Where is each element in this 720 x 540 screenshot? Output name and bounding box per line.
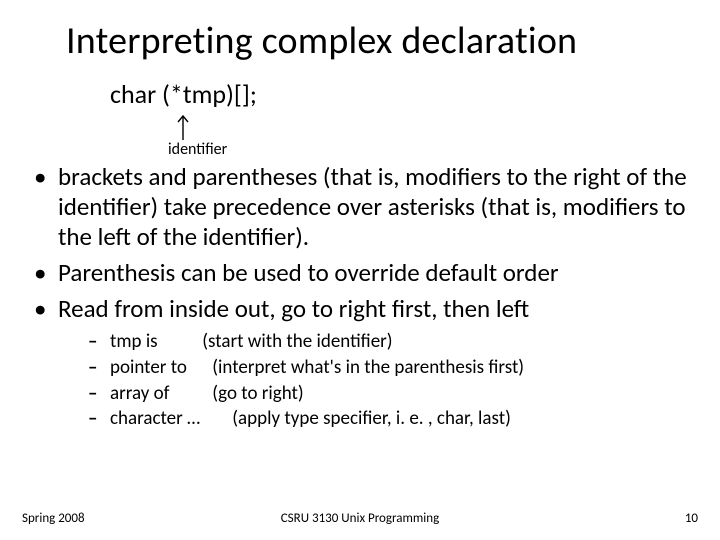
sub-lead: character … <box>110 407 228 431</box>
bullet-item: Read from inside out, go to right first,… <box>30 294 690 324</box>
sub-paren: (go to right) <box>212 382 303 406</box>
slide: Interpreting complex declaration char (*… <box>0 0 720 540</box>
dash-icon: – <box>88 382 97 406</box>
identifier-label: identifier <box>168 140 227 159</box>
slide-title: Interpreting complex declaration <box>66 18 577 64</box>
dash-icon: – <box>88 407 97 431</box>
bullet-item: Parenthesis can be used to override defa… <box>30 258 690 288</box>
bullet-list: brackets and parentheses (that is, modif… <box>30 162 690 431</box>
sub-lead: tmp is <box>110 330 198 354</box>
sub-bullet-item: – array of (go to right) <box>30 382 690 406</box>
dash-icon: – <box>88 356 97 380</box>
dash-icon: – <box>88 330 97 354</box>
sub-bullet-item: – tmp is (start with the identifier) <box>30 330 690 354</box>
sub-lead: array of <box>110 382 208 406</box>
slide-number: 10 <box>685 511 698 526</box>
bullet-item: brackets and parentheses (that is, modif… <box>30 162 690 252</box>
footer-course: CSRU 3130 Unix Programming <box>0 511 720 526</box>
sub-bullet-item: – character … (apply type specifier, i. … <box>30 407 690 431</box>
sub-paren: (interpret what's in the parenthesis fir… <box>212 356 524 380</box>
sub-bullet-item: – pointer to (interpret what's in the pa… <box>30 356 690 380</box>
code-declaration: char (*tmp)[]; <box>110 78 257 110</box>
sub-lead: pointer to <box>110 356 208 380</box>
sub-paren: (apply type specifier, i. e. , char, las… <box>232 407 511 431</box>
sub-paren: (start with the identifier) <box>202 330 392 354</box>
arrow-up-icon <box>176 112 206 142</box>
